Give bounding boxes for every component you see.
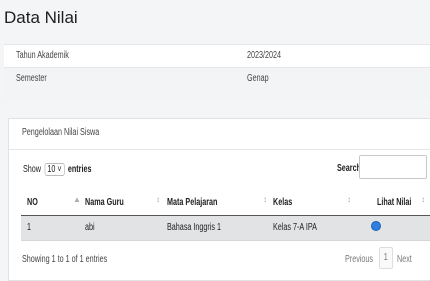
cell-mata-pelajaran: Bahasa Inggris 1 — [167, 222, 222, 233]
table-row: 1 abi Bahasa Inggris 1 Kelas 7-A IPA — [21, 216, 430, 241]
nilai-card: Pengelolaan Nilai Siswa Show 10 ˅ entrie… — [8, 118, 430, 281]
page-length-select[interactable]: 10 ˅ — [44, 163, 65, 176]
previous-button[interactable]: Previous — [345, 254, 373, 265]
cell-nama-guru: abi — [85, 222, 95, 233]
next-button[interactable]: Next — [397, 254, 412, 265]
info-row-semester: Semester Genap — [4, 67, 430, 100]
cell-no: 1 — [27, 222, 32, 233]
page-1-button[interactable]: 1 — [379, 247, 393, 269]
table-info: Showing 1 to 1 of 1 entries — [22, 254, 108, 265]
page-length-control: Show 10 ˅ entries — [23, 163, 118, 176]
cell-kelas: Kelas 7-A IPA — [273, 222, 317, 233]
sort-asc-icon: ▲ — [73, 195, 81, 204]
entries-label: entries — [67, 164, 92, 175]
card-title: Pengelolaan Nilai Siswa — [22, 127, 100, 138]
col-nama-guru[interactable]: Nama Guru — [85, 197, 124, 208]
info-row-tahun: Tahun Akademik 2023/2024 — [4, 44, 430, 67]
search-input[interactable] — [359, 155, 427, 179]
sort-icon: ↕ — [263, 195, 267, 204]
col-lihat-nilai[interactable]: Lihat Nilai — [377, 197, 411, 208]
info-value: 2023/2024 — [247, 50, 282, 61]
page-title: Data Nilai — [4, 8, 78, 27]
sort-icon: ↕ — [347, 195, 351, 204]
table-header: NO ▲ Nama Guru ↕ Mata Pelajaran ↕ Kelas … — [21, 191, 430, 217]
col-kelas[interactable]: Kelas — [273, 197, 292, 208]
card-divider — [9, 149, 430, 150]
col-mata-pelajaran[interactable]: Mata Pelajaran — [167, 197, 217, 208]
show-label: Show — [23, 164, 42, 175]
eye-icon[interactable] — [371, 221, 381, 231]
info-value: Genap — [247, 73, 269, 84]
info-label: Tahun Akademik — [16, 50, 69, 61]
sort-icon: ↕ — [156, 195, 160, 204]
info-panel: Tahun Akademik 2023/2024 Semester Genap — [4, 44, 430, 100]
info-label: Semester — [16, 73, 47, 84]
col-no[interactable]: NO — [27, 197, 38, 208]
sort-icon: ↕ — [421, 195, 425, 204]
